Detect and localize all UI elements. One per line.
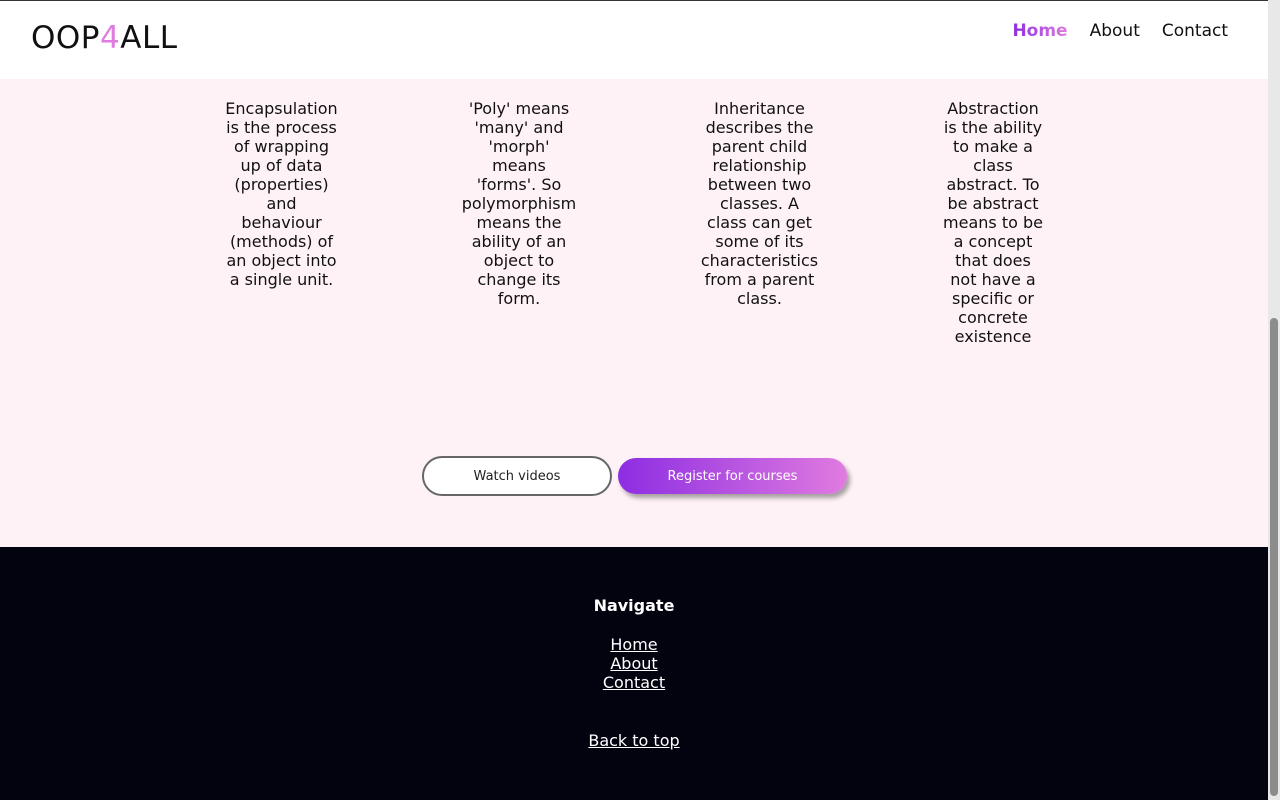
site-header: OOP4ALL Home About Contact — [0, 1, 1268, 79]
footer-link-contact[interactable]: Contact — [603, 673, 665, 692]
scrollbar[interactable] — [1268, 0, 1280, 800]
footer-link-home[interactable]: Home — [610, 635, 657, 654]
watch-videos-button[interactable]: Watch videos — [422, 456, 612, 496]
logo-accent: 4 — [100, 20, 121, 56]
logo-prefix: OOP — [31, 20, 100, 56]
logo-suffix: ALL — [120, 20, 178, 56]
back-to-top: Back to top — [0, 731, 1268, 750]
back-to-top-link[interactable]: Back to top — [588, 731, 679, 750]
pillar-inheritance: Inheritance describes the parent child r… — [700, 99, 819, 308]
footer-title: Navigate — [593, 596, 675, 615]
nav-link-contact[interactable]: Contact — [1162, 21, 1228, 41]
pillar-encapsulation: Encapsulation is the process of wrapping… — [225, 99, 338, 289]
top-nav: Home About Contact — [1012, 21, 1228, 41]
pillar-polymorphism: 'Poly' means 'many' and 'morph' means 'f… — [461, 99, 577, 308]
footer-link-about[interactable]: About — [610, 654, 657, 673]
site-logo[interactable]: OOP4ALL — [31, 20, 177, 56]
pillar-abstraction: Abstraction is the ability to make a cla… — [943, 99, 1043, 346]
nav-link-about[interactable]: About — [1090, 21, 1140, 41]
register-courses-button[interactable]: Register for courses — [618, 458, 847, 494]
site-footer: Navigate Home About Contact Back to top — [0, 547, 1268, 800]
footer-nav: Home About Contact — [0, 635, 1268, 692]
scrollbar-thumb[interactable] — [1270, 318, 1278, 796]
page: OOP4ALL Home About Contact Encapsulation… — [0, 0, 1268, 800]
nav-link-home[interactable]: Home — [1012, 21, 1067, 41]
